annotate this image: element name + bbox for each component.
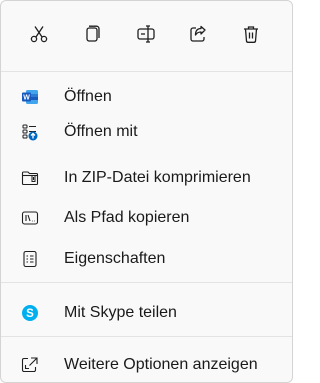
svg-text:S: S (26, 308, 34, 320)
word-app-icon: W (21, 88, 39, 106)
menu-item-copy-as-path[interactable]: Als Pfad kopieren (1, 202, 292, 234)
separator (1, 282, 292, 283)
rename-button[interactable] (131, 21, 161, 51)
menu-item-label: Öffnen mit (64, 123, 138, 140)
menu-item-open-with[interactable]: Öffnen mit (1, 116, 292, 148)
menu-item-show-more-options[interactable]: Weitere Optionen anzeigen (1, 349, 292, 381)
skype-icon: S (21, 304, 39, 322)
menu-item-label: Öffnen (64, 88, 112, 105)
menu-item-label: In ZIP-Datei komprimieren (64, 169, 251, 186)
cut-button[interactable] (24, 21, 54, 51)
open-with-icon (21, 123, 39, 141)
separator (1, 336, 292, 337)
zip-folder-icon (21, 169, 39, 187)
menu-item-label: Eigenschaften (64, 250, 166, 267)
separator (1, 71, 292, 72)
svg-text:W: W (23, 95, 30, 102)
menu-item-label: Mit Skype teilen (64, 304, 177, 321)
quick-actions-toolbar (1, 1, 292, 70)
menu-item-open[interactable]: W Öffnen (1, 81, 292, 113)
context-menu: W Öffnen Öffnen mit In ZIP-Datei komprim… (0, 0, 293, 383)
copy-button[interactable] (77, 21, 107, 51)
menu-item-label: Weitere Optionen anzeigen (64, 356, 258, 373)
more-options-icon (21, 356, 39, 374)
share-button[interactable] (183, 21, 213, 51)
share-icon (188, 24, 208, 49)
menu-item-label: Als Pfad kopieren (64, 209, 190, 226)
cut-icon (29, 24, 49, 49)
menu-item-compress-zip[interactable]: In ZIP-Datei komprimieren (1, 162, 292, 194)
menu-item-properties[interactable]: Eigenschaften (1, 243, 292, 275)
delete-icon (241, 24, 261, 49)
delete-button[interactable] (236, 21, 266, 51)
rename-icon (136, 24, 156, 49)
menu-item-share-skype[interactable]: S Mit Skype teilen (1, 297, 292, 329)
copy-icon (82, 24, 102, 49)
copy-path-icon (21, 209, 39, 227)
properties-icon (21, 250, 39, 268)
